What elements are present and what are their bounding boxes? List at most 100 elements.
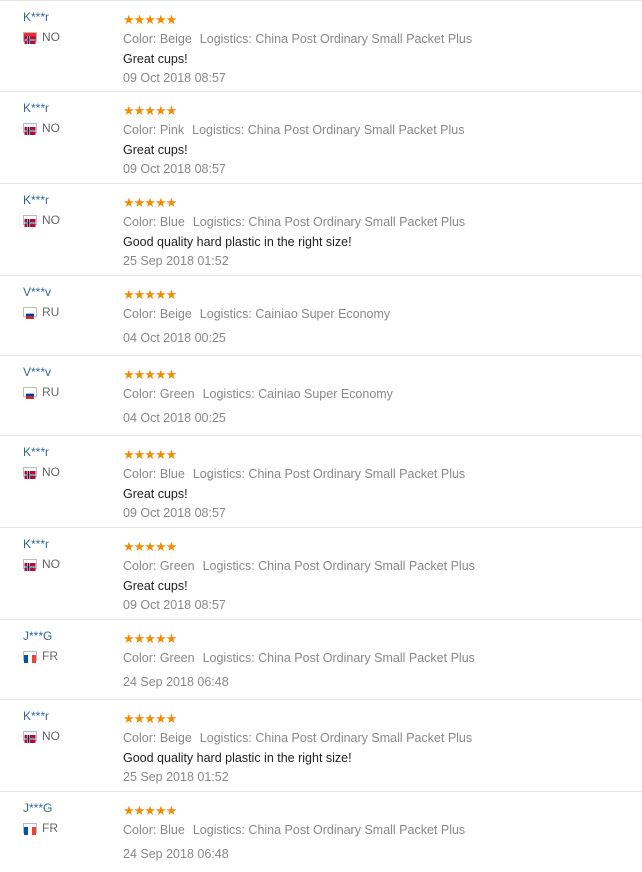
review-item: K***r NO ★★★★★ Color: Beige Logistics: Ch… xyxy=(0,0,642,92)
review-item: V***v RU ★★★★★ Color: Beige Logistics: Ca… xyxy=(0,276,642,356)
review-user: K***r NO xyxy=(23,10,60,44)
review-attributes: Color: Blue Logistics: China Post Ordinar… xyxy=(123,467,623,482)
review-attributes: Color: Pink Logistics: China Post Ordinar… xyxy=(123,123,623,138)
norway-flag-icon xyxy=(23,467,37,479)
country-code: NO xyxy=(42,30,60,44)
review-user: V***v RU xyxy=(23,365,59,399)
country: NO xyxy=(23,30,60,44)
logistics-attribute: Logistics: China Post Ordinary Small Pac… xyxy=(199,731,473,745)
country: FR xyxy=(23,649,58,663)
user-name[interactable]: K***r xyxy=(23,445,60,460)
country-code: NO xyxy=(42,729,60,743)
country-code: NO xyxy=(42,213,60,227)
review-attributes: Color: Green Logistics: China Post Ordina… xyxy=(123,559,623,574)
country: FR xyxy=(23,821,58,835)
norway-flag-icon xyxy=(23,123,37,135)
russia-flag-icon xyxy=(23,387,37,399)
user-name[interactable]: K***r xyxy=(23,537,60,552)
review-user: K***r NO xyxy=(23,193,60,227)
logistics-attribute: Logistics: China Post Ordinary Small Pac… xyxy=(192,823,466,837)
review-content: ★★★★★ Color: Blue Logistics: China Post O… xyxy=(123,448,623,521)
review-item: V***v RU ★★★★★ Color: Green Logistics: Ca… xyxy=(0,356,642,436)
user-name[interactable]: K***r xyxy=(23,709,60,724)
review-date: 24 Sep 2018 06:48 xyxy=(123,847,229,861)
logistics-attribute: Logistics: China Post Ordinary Small Pac… xyxy=(202,651,475,665)
color-attribute: Color: Beige xyxy=(123,307,192,321)
country: RU xyxy=(23,305,59,319)
color-attribute: Color: Green xyxy=(123,651,195,665)
review-user: K***r NO xyxy=(23,445,60,479)
star-rating: ★★★★★ xyxy=(123,195,177,210)
france-flag-icon xyxy=(23,651,37,663)
logistics-attribute: Logistics: China Post Ordinary Small Pac… xyxy=(192,467,466,481)
norway-flag-icon xyxy=(23,32,37,44)
user-name[interactable]: V***v xyxy=(23,285,59,300)
user-name[interactable]: K***r xyxy=(23,10,60,25)
norway-flag-icon xyxy=(23,731,37,743)
norway-flag-icon xyxy=(23,559,37,571)
logistics-attribute: Logistics: China Post Ordinary Small Pac… xyxy=(192,215,466,229)
user-name[interactable]: V***v xyxy=(23,365,59,380)
norway-flag-icon xyxy=(23,215,37,227)
country-code: NO xyxy=(42,557,60,571)
review-content: ★★★★★ Color: Beige Logistics: China Post … xyxy=(123,712,623,785)
review-date: 25 Sep 2018 01:52 xyxy=(123,770,229,784)
country: NO xyxy=(23,465,60,479)
review-item: J***G FR ★★★★★ Color: Blue Logistics: Chi… xyxy=(0,792,642,872)
color-attribute: Color: Green xyxy=(123,387,195,401)
review-item: K***r NO ★★★★★ Color: Blue Logistics: Chi… xyxy=(0,436,642,528)
user-name[interactable]: K***r xyxy=(23,193,60,208)
review-item: K***r NO ★★★★★ Color: Beige Logistics: Ch… xyxy=(0,700,642,792)
country: NO xyxy=(23,121,60,135)
review-content: ★★★★★ Color: Green Logistics: China Post … xyxy=(123,632,623,690)
review-date: 04 Oct 2018 00:25 xyxy=(123,411,226,425)
review-content: ★★★★★ Color: Beige Logistics: Cainiao Sup… xyxy=(123,288,623,346)
star-rating: ★★★★★ xyxy=(123,287,177,302)
color-attribute: Color: Beige xyxy=(123,32,192,46)
review-text: Great cups! xyxy=(123,487,188,501)
review-user: K***r NO xyxy=(23,101,60,135)
review-item: K***r NO ★★★★★ Color: Blue Logistics: Chi… xyxy=(0,184,642,276)
russia-flag-icon xyxy=(23,307,37,319)
review-attributes: Color: Beige Logistics: Cainiao Super Eco… xyxy=(123,307,623,322)
review-content: ★★★★★ Color: Blue Logistics: China Post O… xyxy=(123,196,623,269)
color-attribute: Color: Blue xyxy=(123,467,185,481)
logistics-attribute: Logistics: China Post Ordinary Small Pac… xyxy=(199,32,473,46)
user-name[interactable]: K***r xyxy=(23,101,60,116)
review-content: ★★★★★ Color: Green Logistics: Cainiao Sup… xyxy=(123,368,623,426)
country-code: NO xyxy=(42,121,60,135)
review-text: Good quality hard plastic in the right s… xyxy=(123,751,352,765)
logistics-attribute: Logistics: China Post Ordinary Small Pac… xyxy=(192,123,465,137)
review-content: ★★★★★ Color: Blue Logistics: China Post O… xyxy=(123,804,623,862)
review-attributes: Color: Green Logistics: China Post Ordina… xyxy=(123,651,623,666)
review-text: Good quality hard plastic in the right s… xyxy=(123,235,352,249)
color-attribute: Color: Green xyxy=(123,559,195,573)
review-attributes: Color: Blue Logistics: China Post Ordinar… xyxy=(123,823,623,838)
france-flag-icon xyxy=(23,823,37,835)
logistics-attribute: Logistics: China Post Ordinary Small Pac… xyxy=(202,559,475,573)
country: RU xyxy=(23,385,59,399)
color-attribute: Color: Blue xyxy=(123,215,185,229)
review-date: 09 Oct 2018 08:57 xyxy=(123,162,226,176)
logistics-attribute: Logistics: Cainiao Super Economy xyxy=(202,387,393,401)
review-user: J***G FR xyxy=(23,629,58,663)
star-rating: ★★★★★ xyxy=(123,367,177,382)
review-attributes: Color: Beige Logistics: China Post Ordina… xyxy=(123,731,623,746)
review-date: 09 Oct 2018 08:57 xyxy=(123,598,226,612)
star-rating: ★★★★★ xyxy=(123,12,177,27)
review-content: ★★★★★ Color: Pink Logistics: China Post O… xyxy=(123,104,623,177)
review-attributes: Color: Blue Logistics: China Post Ordinar… xyxy=(123,215,623,230)
country: NO xyxy=(23,557,60,571)
user-name[interactable]: J***G xyxy=(23,629,58,644)
review-text: Great cups! xyxy=(123,52,188,66)
star-rating: ★★★★★ xyxy=(123,539,177,554)
star-rating: ★★★★★ xyxy=(123,803,177,818)
user-name[interactable]: J***G xyxy=(23,801,58,816)
star-rating: ★★★★★ xyxy=(123,711,177,726)
review-content: ★★★★★ Color: Green Logistics: China Post … xyxy=(123,540,623,613)
review-user: V***v RU xyxy=(23,285,59,319)
color-attribute: Color: Pink xyxy=(123,123,185,137)
review-date: 04 Oct 2018 00:25 xyxy=(123,331,226,345)
review-attributes: Color: Beige Logistics: China Post Ordina… xyxy=(123,32,623,47)
star-rating: ★★★★★ xyxy=(123,447,177,462)
